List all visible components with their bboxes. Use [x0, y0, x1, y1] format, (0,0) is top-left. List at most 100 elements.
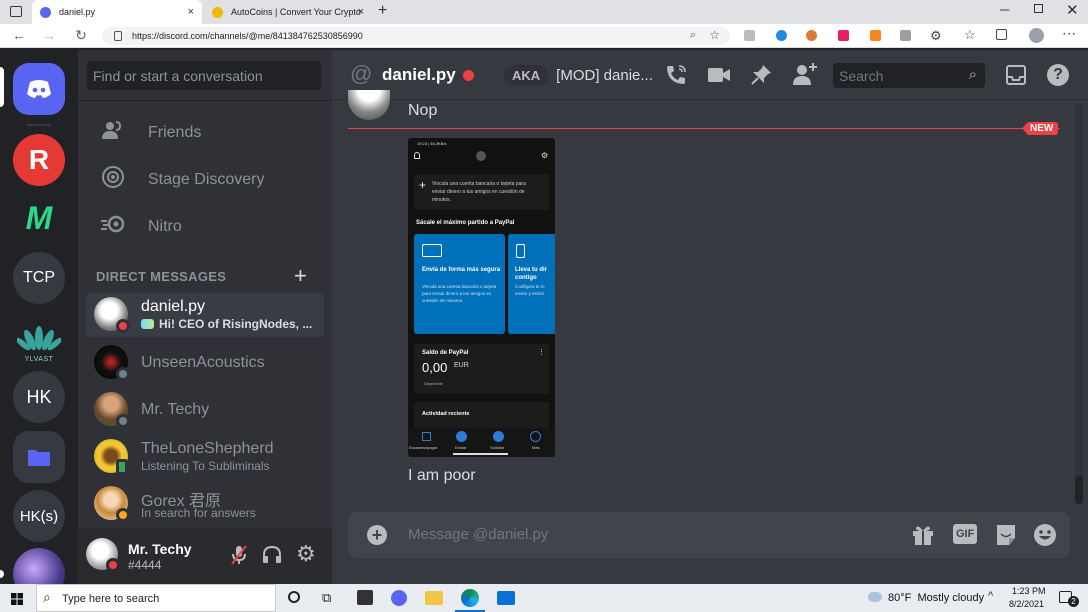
nav-stage-discovery[interactable]: Stage Discovery — [86, 159, 324, 201]
user-tag: #4444 — [128, 558, 162, 572]
aka-names[interactable]: [MOD] danie... — [556, 67, 653, 84]
close-window-button[interactable]: ✕ — [1066, 1, 1079, 19]
close-tab-icon[interactable]: × — [188, 6, 194, 18]
more-menu-icon[interactable]: ⋯ — [1062, 25, 1076, 42]
dm-status-text: Hi! CEO of RisingNodes, ... — [159, 317, 313, 331]
file-explorer-icon[interactable] — [425, 591, 443, 605]
add-friends-to-dm-icon[interactable] — [792, 62, 818, 92]
balance-amount: 0,00 — [422, 360, 448, 375]
taskbar-search-placeholder: Type here to search — [62, 593, 160, 605]
show-hidden-icons-chevron[interactable]: ^ — [988, 590, 993, 602]
forward-arrow-icon[interactable]: → — [40, 27, 58, 43]
start-windows-icon[interactable] — [11, 592, 23, 610]
address-bar[interactable]: https://discord.com/channels/@me/8413847… — [102, 27, 730, 45]
help-icon[interactable]: ? — [1047, 64, 1069, 86]
start-video-call-icon[interactable] — [707, 66, 731, 90]
send-icon — [456, 431, 467, 442]
edge-icon[interactable] — [461, 589, 479, 607]
chat-scrollbar[interactable] — [1075, 104, 1083, 504]
server-hk[interactable]: HK — [13, 371, 65, 423]
create-dm-button[interactable]: + — [294, 263, 307, 289]
profile-avatar[interactable] — [1029, 28, 1044, 43]
minimize-button[interactable]: ─ — [1000, 2, 1009, 17]
collections-icon[interactable] — [996, 29, 1007, 40]
extension-icon[interactable] — [900, 30, 911, 41]
discord-favicon-icon — [40, 6, 51, 18]
gift-icon[interactable] — [911, 523, 935, 552]
message-input[interactable]: Message @daniel.py — [408, 526, 548, 543]
extension-icon[interactable] — [744, 30, 755, 41]
card-icon — [422, 244, 442, 257]
close-tab-icon[interactable]: × — [358, 6, 364, 18]
server-hks[interactable]: HK(s) — [13, 490, 65, 542]
inbox-icon[interactable] — [1006, 65, 1026, 91]
nav-friends[interactable]: Friends — [86, 112, 324, 154]
weather-text[interactable]: 80°F Mostly cloudy — [888, 592, 984, 604]
muted-mic-icon[interactable] — [230, 545, 248, 570]
message-text: I am poor — [408, 467, 476, 484]
restore-button[interactable] — [1034, 4, 1043, 13]
link-bank-text: Vincula una cuenta bancaria o tarjeta pa… — [432, 181, 526, 203]
search-input[interactable]: Search ⌕ — [833, 63, 985, 88]
dm-item-gorex[interactable]: Gorex 君原 In search for answers — [86, 482, 324, 526]
search-placeholder: Search — [839, 68, 884, 84]
clock-date[interactable]: 8/2/2021 — [1009, 599, 1044, 609]
mail-icon[interactable] — [497, 591, 515, 605]
dm-name: TheLoneShepherd — [141, 440, 274, 457]
cortana-icon[interactable] — [288, 591, 300, 603]
windows-taskbar: ⌕ Type here to search ⧉ 80°F Mostly clou… — [0, 584, 1088, 612]
find-conversation-input[interactable]: Find or start a conversation — [87, 61, 321, 90]
server-list: R M TCP YLVAST HK HK(s) — [0, 50, 78, 600]
scrollbar-thumb[interactable] — [1075, 476, 1083, 504]
extensions-icon[interactable]: ⚙ — [930, 28, 942, 44]
reload-icon[interactable]: ↻ — [72, 27, 90, 44]
server-r-icon[interactable]: R — [13, 134, 65, 186]
settings-gear-icon[interactable]: ⚙ — [296, 541, 316, 567]
nav-nitro[interactable]: Nitro — [86, 206, 324, 248]
extension-icon[interactable] — [838, 30, 849, 41]
browser-tab-autocoins[interactable]: AutoCoins | Convert Your Crypto... × — [204, 0, 372, 24]
upload-plus-icon[interactable]: + — [367, 525, 387, 545]
nitro-icon — [98, 214, 128, 240]
emoji-icon[interactable] — [1033, 523, 1057, 552]
new-tab-button[interactable]: + — [378, 2, 387, 20]
tab-actions-icon[interactable] — [10, 6, 22, 17]
server-tcp[interactable]: TCP — [13, 252, 65, 304]
zoom-icon[interactable]: ⌕ — [690, 29, 696, 42]
dm-item-unseenacoustics[interactable]: UnseenAcoustics — [86, 341, 324, 385]
microsoft-store-icon[interactable] — [357, 590, 373, 605]
discord-home-button[interactable] — [13, 63, 65, 115]
tab-title: daniel.py — [59, 7, 96, 17]
sticker-icon[interactable] — [994, 523, 1018, 552]
back-arrow-icon[interactable]: ← — [10, 27, 28, 43]
gif-button[interactable]: GIF — [953, 524, 978, 544]
discord-taskbar-icon[interactable] — [391, 590, 407, 606]
dnd-status-icon — [106, 558, 120, 572]
task-view-icon[interactable]: ⧉ — [322, 590, 331, 606]
dm-item-mr-techy[interactable]: Mr. Techy — [86, 388, 324, 432]
server-m-icon[interactable]: M — [13, 192, 65, 244]
phone-tab-label: Solicitar — [490, 445, 505, 450]
username: Mr. Techy — [128, 541, 192, 557]
image-attachment[interactable]: 19:23 | 46,3KB/s ⚙ + Vincula una cuenta … — [408, 138, 555, 457]
server-ylvast-icon[interactable]: YLVAST — [13, 311, 65, 363]
phone-tab-label: Más — [532, 445, 540, 450]
dm-item-daniel[interactable]: daniel.py Hi! CEO of RisingNodes, ... — [86, 293, 324, 337]
folder-icon[interactable] — [13, 431, 65, 483]
headphones-icon[interactable] — [262, 545, 282, 570]
more-options-icon: ⋮ — [538, 349, 545, 356]
taskbar-search-box[interactable]: ⌕ Type here to search — [36, 584, 276, 612]
pinned-messages-icon[interactable] — [750, 64, 772, 92]
metamask-icon[interactable] — [870, 30, 881, 41]
clock-time[interactable]: 1:23 PM — [1012, 586, 1046, 596]
favorites-icon[interactable]: ☆ — [964, 27, 976, 43]
dm-item-theloneshepherd[interactable]: TheLoneShepherd Listening To Subliminals — [86, 435, 324, 479]
balance-title: Saldo de PayPal — [422, 350, 469, 356]
extension-icon[interactable] — [806, 30, 817, 41]
start-voice-call-icon[interactable] — [665, 64, 687, 92]
extension-icon[interactable] — [776, 30, 787, 41]
phone-tab-label: Enviar — [455, 445, 467, 450]
favorite-star-icon[interactable]: ☆ — [709, 28, 720, 42]
message-avatar[interactable] — [348, 90, 390, 120]
browser-tab-discord[interactable]: daniel.py × — [32, 0, 202, 24]
